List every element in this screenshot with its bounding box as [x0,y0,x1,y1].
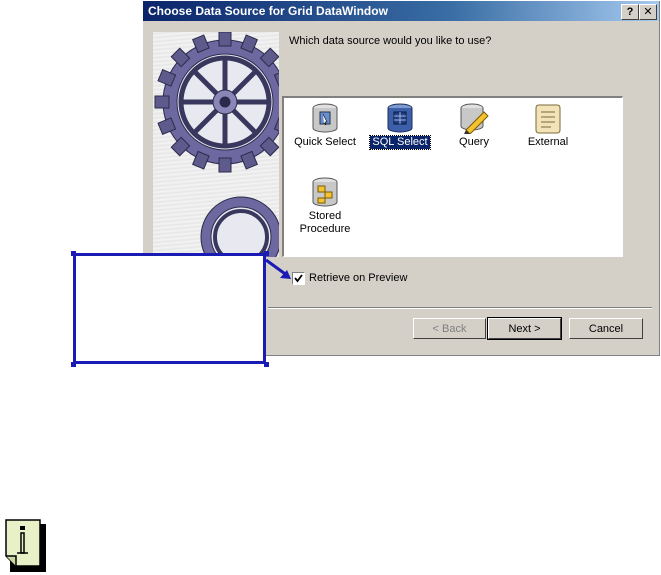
callout-handle [71,362,76,367]
title-bar[interactable]: Choose Data Source for Grid DataWindow ?… [143,1,659,21]
help-button[interactable]: ? [621,4,639,20]
dialog-title: Choose Data Source for Grid DataWindow [148,4,388,18]
data-source-stored-procedure[interactable]: Stored Procedure [287,176,363,236]
external-icon [535,104,561,134]
stored-procedure-icon [312,177,338,207]
quick-select-icon [312,103,338,133]
back-button[interactable]: < Back [413,318,486,339]
sql-select-icon [387,103,413,133]
sql-select-label: SQL Select [369,135,431,150]
retrieve-on-preview-label[interactable]: Retrieve on Preview [309,272,407,284]
checkmark-icon [294,274,303,283]
callout-handle [264,362,269,367]
callout-handle [264,251,269,256]
data-source-list: Quick Select SQL Select Query External S… [282,96,623,257]
gear-illustration [153,32,279,257]
next-button[interactable]: Next > [487,317,562,340]
quick-select-label: Quick Select [294,136,356,148]
close-button[interactable]: ✕ [639,4,657,20]
callout-handle [71,251,76,256]
data-source-quick-select[interactable]: Quick Select [287,102,363,149]
data-source-query[interactable]: Query [436,102,512,149]
stored-procedure-label: Stored Procedure [299,210,351,235]
cancel-button[interactable]: Cancel [569,318,643,339]
data-source-external[interactable]: External [510,102,586,149]
callout-arrow [265,258,291,279]
annotation-callout-box [73,253,266,364]
query-label: Query [459,136,489,148]
info-note-icon [4,518,46,575]
query-icon [460,103,489,134]
external-label: External [527,136,569,148]
button-separator [268,307,652,309]
data-source-sql-select[interactable]: SQL Select [362,102,438,150]
data-source-prompt: Which data source would you like to use? [289,35,492,47]
